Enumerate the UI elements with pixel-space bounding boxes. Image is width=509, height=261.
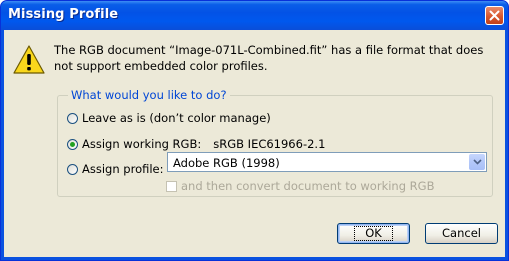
cancel-button-label: Cancel [442,226,481,240]
title-bar[interactable]: Missing Profile [1,1,508,30]
option-label: Leave as is (don’t color manage) [82,111,271,125]
radio-leave-as-is[interactable] [67,112,78,124]
option-label: Assign working RGB: [82,137,202,151]
radio-assign-profile[interactable] [67,163,78,175]
dialog-message: The RGB document “Image-071L-Combined.fi… [54,43,484,73]
option-leave-as-is[interactable]: Leave as is (don’t color manage) [67,110,271,126]
convert-option: and then convert document to working RGB [166,179,434,193]
convert-checkbox [166,180,177,192]
profile-select[interactable]: Adobe RGB (1998) [167,152,487,172]
chevron-down-icon [473,159,482,165]
close-icon [489,10,500,21]
radio-assign-working-rgb[interactable] [67,138,78,150]
ok-button[interactable]: OK [337,223,410,244]
option-assign-profile[interactable]: Assign profile: [67,161,164,177]
option-label: Assign profile: [82,162,164,176]
dropdown-button[interactable] [469,154,485,170]
dialog-body: The RGB document “Image-071L-Combined.fi… [4,30,505,257]
close-button[interactable] [485,6,504,25]
ok-button-label: OK [354,226,393,241]
cancel-button[interactable]: Cancel [425,223,498,244]
convert-label: and then convert document to working RGB [181,179,435,193]
working-rgb-value: sRGB IEC61966-2.1 [213,137,326,151]
warning-icon [13,45,45,74]
missing-profile-dialog: Missing Profile The RGB document “Image-… [0,0,509,261]
window-title: Missing Profile [8,7,119,22]
option-assign-working-rgb[interactable]: Assign working RGB: sRGB IEC61966-2.1 [67,136,325,152]
group-legend: What would you like to do? [68,88,230,102]
profile-select-value: Adobe RGB (1998) [173,156,280,170]
